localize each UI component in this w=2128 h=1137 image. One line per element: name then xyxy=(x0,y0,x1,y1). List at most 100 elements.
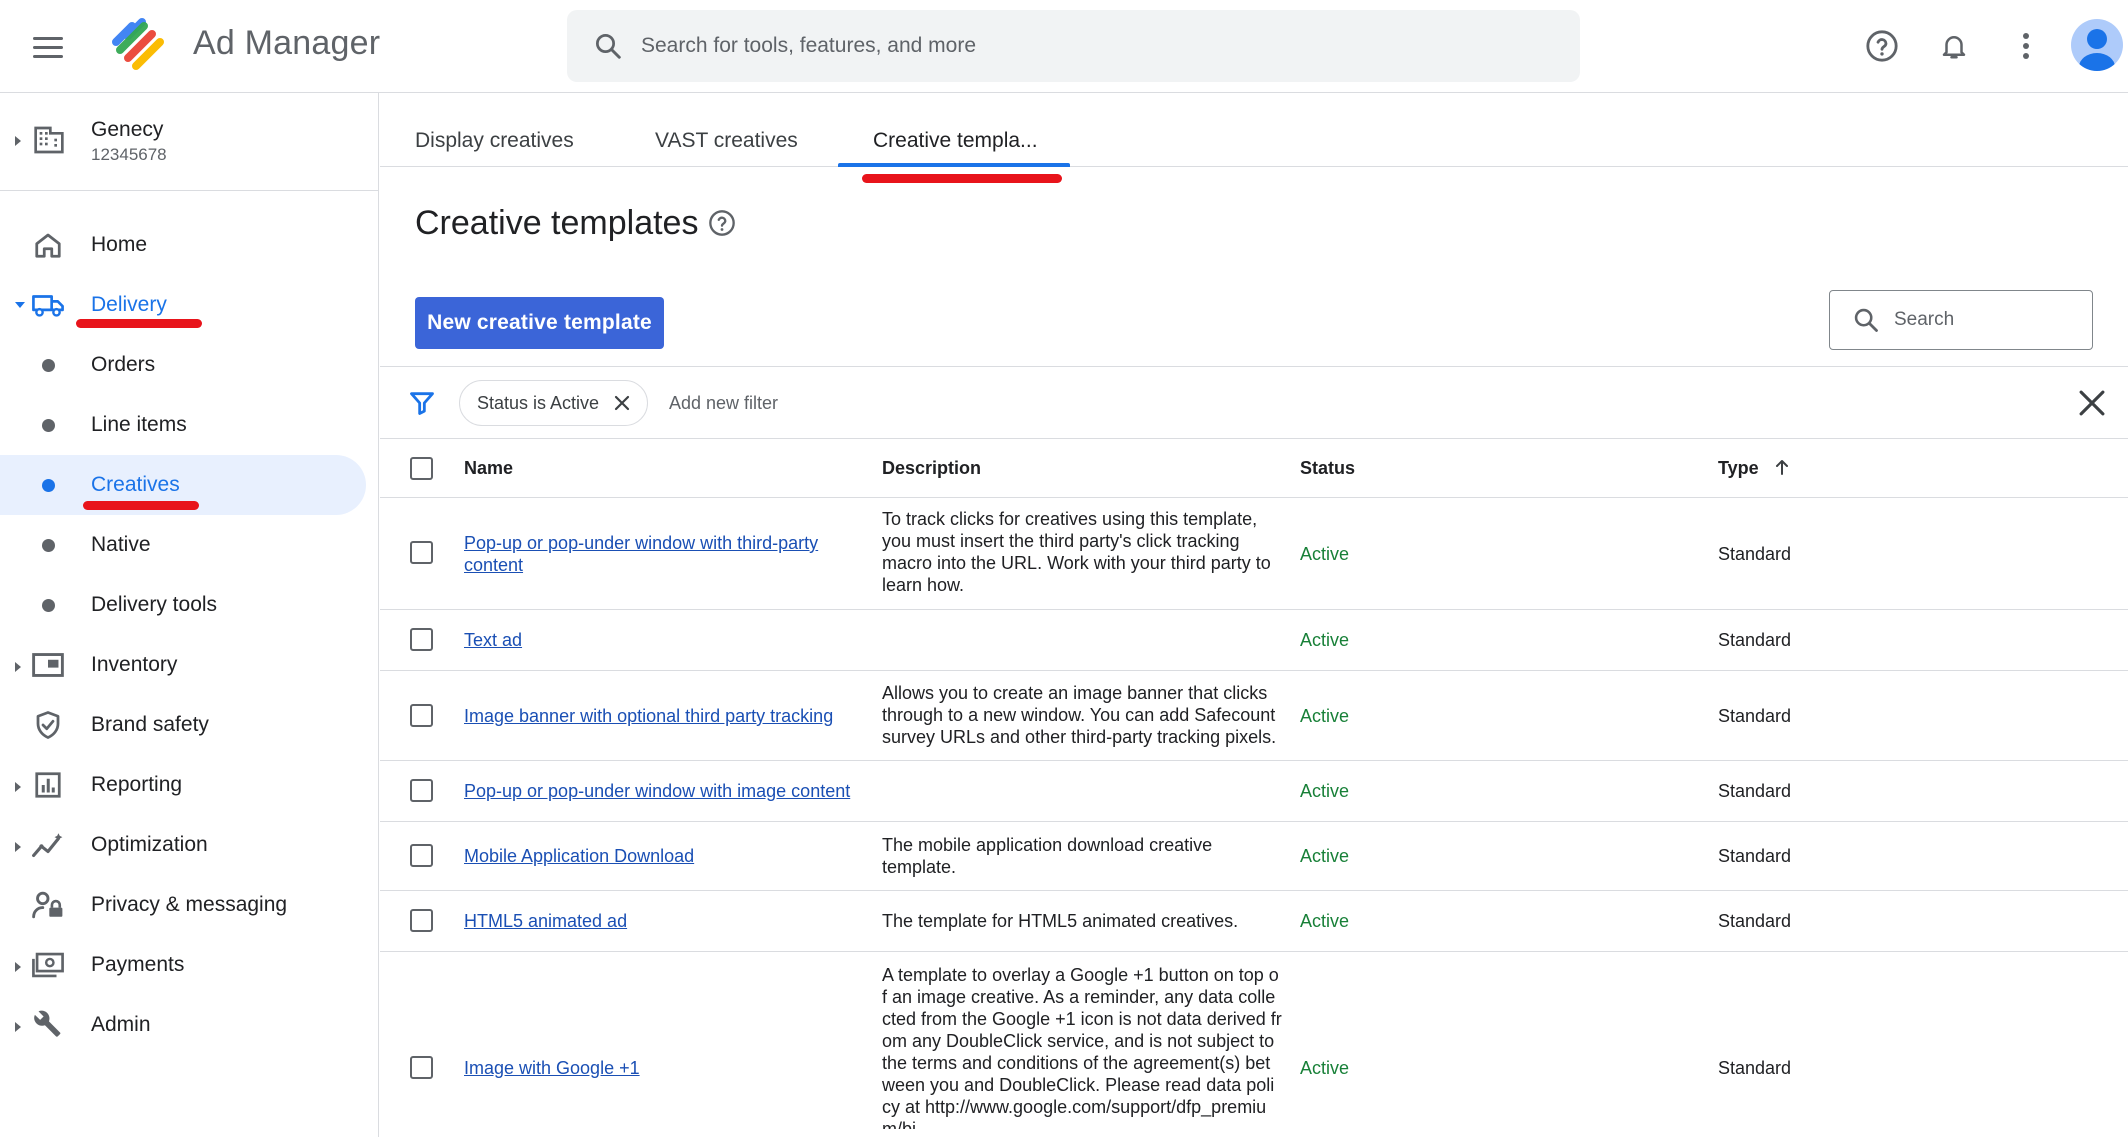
template-description: Allows you to create an image banner tha… xyxy=(882,683,1277,747)
sidebar-item-label: Privacy & messaging xyxy=(91,893,288,916)
sidebar-item-admin[interactable]: Admin xyxy=(0,997,366,1053)
status-text: Active xyxy=(1300,630,1350,650)
new-creative-template-button[interactable]: New creative template xyxy=(415,297,664,349)
header-status[interactable]: Status xyxy=(1300,457,1355,479)
close-icon[interactable] xyxy=(613,394,631,412)
global-search-input[interactable] xyxy=(641,34,1441,58)
inventory-icon xyxy=(31,650,65,680)
row-checkbox[interactable] xyxy=(410,628,433,651)
active-tab-indicator xyxy=(838,163,1070,167)
close-icon[interactable] xyxy=(2078,389,2106,417)
shield-icon xyxy=(31,710,65,740)
sidebar-item-label: Admin xyxy=(91,1013,151,1036)
add-new-filter[interactable]: Add new filter xyxy=(669,393,778,414)
template-name-link[interactable]: Image with Google +1 xyxy=(464,1057,640,1079)
sidebar-item-label: Line items xyxy=(91,413,187,436)
row-checkbox[interactable] xyxy=(410,541,433,564)
sidebar-item-payments[interactable]: Payments xyxy=(0,937,366,993)
caret-right-icon xyxy=(15,962,21,972)
app-title: Ad Manager xyxy=(193,24,381,62)
template-description: A template to overlay a Google +1 button… xyxy=(882,965,1282,1129)
bullet-dot-icon xyxy=(42,359,55,372)
top-app-bar: Ad Manager xyxy=(0,0,2128,93)
reporting-icon xyxy=(31,770,65,800)
menu-icon-bar xyxy=(33,45,63,49)
annotation-underline-creatives xyxy=(83,501,199,510)
sidebar-item-line-items[interactable]: Line items xyxy=(0,397,366,453)
row-checkbox[interactable] xyxy=(410,844,433,867)
help-button[interactable] xyxy=(1860,24,1904,68)
filter-icon[interactable] xyxy=(408,389,436,417)
building-icon xyxy=(34,126,64,154)
caret-right-icon xyxy=(15,136,21,146)
template-description: To track clicks for creatives using this… xyxy=(882,509,1271,595)
tab-display-creatives[interactable]: Display creatives xyxy=(415,129,574,153)
status-text: Active xyxy=(1300,911,1350,931)
template-description: The template for HTML5 animated creative… xyxy=(882,911,1239,931)
menu-icon-bar xyxy=(33,54,63,58)
type-text: Standard xyxy=(1718,911,1792,931)
global-search[interactable] xyxy=(567,10,1580,82)
template-name-link[interactable]: Image banner with optional third party t… xyxy=(464,705,833,727)
caret-down-icon xyxy=(15,302,25,308)
ad-manager-logo-icon xyxy=(112,18,164,70)
bullet-dot-icon xyxy=(42,539,55,552)
truck-icon xyxy=(31,290,65,320)
header-name[interactable]: Name xyxy=(464,457,864,479)
sidebar-item-optimization[interactable]: Optimization xyxy=(0,817,366,873)
filter-chip-label: Status is Active xyxy=(477,392,600,413)
table-header-row: Name Description Status Type xyxy=(380,439,2128,498)
sidebar-item-label: Optimization xyxy=(91,833,208,856)
tab-creative-templates[interactable]: Creative templa... xyxy=(873,129,1038,153)
type-text: Standard xyxy=(1718,846,1792,866)
header-type-label: Type xyxy=(1718,458,1759,478)
table-search-field[interactable]: Search xyxy=(1829,290,2093,350)
template-name-link[interactable]: Text ad xyxy=(464,629,522,651)
tab-vast-creatives[interactable]: VAST creatives xyxy=(655,129,798,153)
table-row: Text ad Active Standard xyxy=(380,610,2128,671)
sidebar-item-orders[interactable]: Orders xyxy=(0,337,366,393)
template-name-link[interactable]: Pop-up or pop-under window with third-pa… xyxy=(464,532,844,576)
more-vert-icon xyxy=(2023,33,2029,59)
notifications-button[interactable] xyxy=(1932,24,1976,68)
sidebar-item-label: Delivery xyxy=(91,293,167,316)
annotation-underline-delivery xyxy=(76,319,202,328)
template-name-link[interactable]: HTML5 animated ad xyxy=(464,910,627,932)
help-circle-icon[interactable] xyxy=(708,209,736,237)
table-row: Pop-up or pop-under window with third-pa… xyxy=(380,498,2128,610)
type-text: Standard xyxy=(1718,706,1792,726)
sidebar-item-reporting[interactable]: Reporting xyxy=(0,757,366,813)
home-icon xyxy=(31,230,65,260)
bullet-dot-icon xyxy=(42,599,55,612)
header-type[interactable]: Type xyxy=(1718,457,1790,479)
template-name-link[interactable]: Mobile Application Download xyxy=(464,845,694,867)
sidebar-item-inventory[interactable]: Inventory xyxy=(0,637,366,693)
sidebar-item-label: Inventory xyxy=(91,653,178,676)
sidebar: Genecy 12345678 Home Delivery Orders Lin… xyxy=(0,93,379,1137)
sidebar-item-brand-safety[interactable]: Brand safety xyxy=(0,697,366,753)
filter-chip-status[interactable]: Status is Active xyxy=(459,380,649,426)
sidebar-item-label: Reporting xyxy=(91,773,183,796)
template-name-link[interactable]: Pop-up or pop-under window with image co… xyxy=(464,780,850,802)
row-checkbox[interactable] xyxy=(410,1056,433,1079)
sidebar-item-delivery-tools[interactable]: Delivery tools xyxy=(0,577,366,633)
sidebar-item-privacy-messaging[interactable]: Privacy & messaging xyxy=(0,877,366,933)
sidebar-item-native[interactable]: Native xyxy=(0,517,366,573)
sidebar-item-label: Delivery tools xyxy=(91,593,218,616)
network-selector[interactable]: Genecy 12345678 xyxy=(0,93,378,191)
main-menu-button[interactable] xyxy=(28,27,68,67)
creative-tabs: Display creatives VAST creatives Creativ… xyxy=(380,93,2128,167)
arrow-up-icon[interactable] xyxy=(1774,458,1790,476)
row-checkbox[interactable] xyxy=(410,779,433,802)
row-checkbox[interactable] xyxy=(410,909,433,932)
bullet-dot-icon xyxy=(42,419,55,432)
sidebar-item-label: Payments xyxy=(91,953,185,976)
account-avatar[interactable] xyxy=(2071,19,2123,71)
type-text: Standard xyxy=(1718,781,1792,801)
sidebar-item-home[interactable]: Home xyxy=(0,217,366,273)
more-options-button[interactable] xyxy=(2004,24,2048,68)
select-all-checkbox[interactable] xyxy=(410,457,433,480)
row-checkbox[interactable] xyxy=(410,704,433,727)
template-description: The mobile application download creative… xyxy=(882,835,1213,877)
search-icon xyxy=(1854,308,1878,332)
